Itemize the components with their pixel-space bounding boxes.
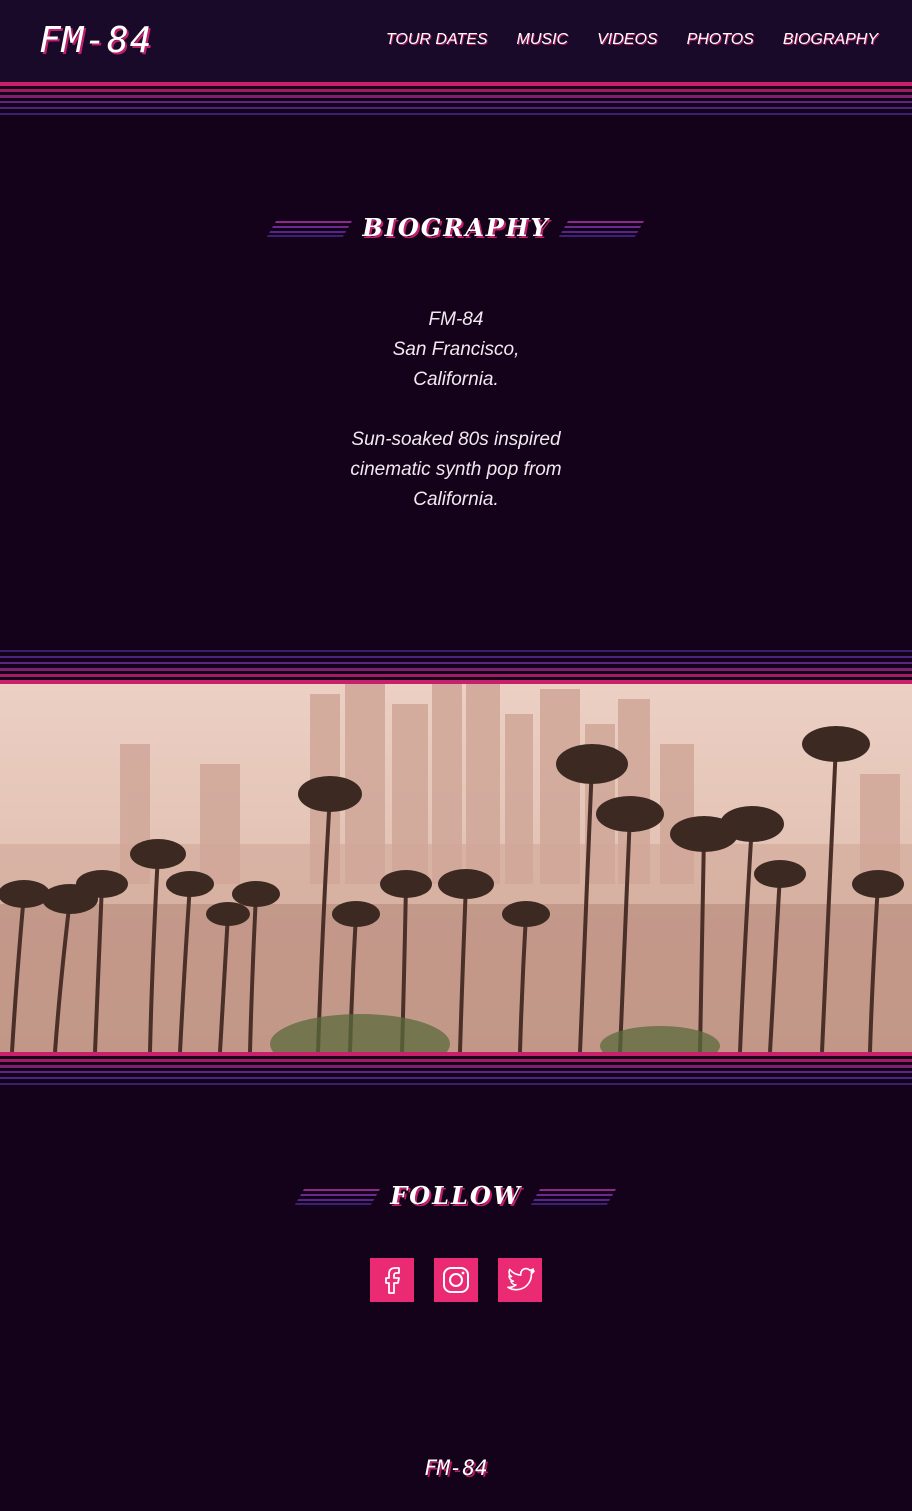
bio-line: California. bbox=[413, 369, 499, 390]
follow-heading: FOLLOW bbox=[0, 1181, 912, 1211]
instagram-icon bbox=[443, 1267, 469, 1293]
bio-tagline: Sun-soaked 80s inspired bbox=[351, 429, 561, 450]
bio-line: FM-84 bbox=[428, 309, 484, 330]
main-nav: TOUR DATES MUSIC VIDEOS PHOTOS BIOGRAPHY bbox=[386, 30, 878, 50]
site-header: FM-84 TOUR DATES MUSIC VIDEOS PHOTOS BIO… bbox=[0, 0, 912, 82]
nav-music[interactable]: MUSIC bbox=[517, 30, 569, 50]
title-decoration-left bbox=[295, 1187, 381, 1205]
skyline-illustration bbox=[0, 684, 912, 1052]
photo-bottom-stripes bbox=[0, 1052, 912, 1088]
title-decoration-left bbox=[267, 219, 353, 237]
bio-tagline: cinematic synth pop from bbox=[350, 459, 562, 480]
biography-heading: BIOGRAPHY bbox=[0, 213, 912, 243]
title-decoration-right bbox=[530, 1187, 617, 1205]
nav-photos[interactable]: PHOTOS bbox=[687, 30, 754, 50]
bio-spacer bbox=[0, 395, 912, 425]
facebook-button[interactable] bbox=[370, 1258, 414, 1302]
social-links bbox=[0, 1258, 912, 1302]
site-logo[interactable]: FM-84 bbox=[39, 18, 152, 64]
header-stripes bbox=[0, 82, 912, 118]
nav-tour-dates[interactable]: TOUR DATES bbox=[386, 30, 488, 50]
bio-tagline: California. bbox=[413, 489, 499, 510]
twitter-icon bbox=[507, 1267, 535, 1291]
biography-title: BIOGRAPHY bbox=[362, 213, 550, 242]
instagram-button[interactable] bbox=[434, 1258, 478, 1302]
twitter-button[interactable] bbox=[498, 1258, 542, 1302]
title-decoration-right bbox=[558, 219, 644, 237]
footer-logo[interactable]: FM-84 bbox=[0, 1454, 912, 1482]
bio-line: San Francisco, bbox=[392, 339, 520, 360]
city-palms-photo bbox=[0, 684, 912, 1052]
follow-title: FOLLOW bbox=[390, 1181, 522, 1210]
biography-text: FM-84 San Francisco, California. Sun-soa… bbox=[0, 305, 912, 515]
nav-videos[interactable]: VIDEOS bbox=[597, 30, 657, 50]
facebook-icon bbox=[385, 1267, 400, 1294]
photo-top-stripes bbox=[0, 648, 912, 684]
nav-biography[interactable]: BIOGRAPHY bbox=[783, 30, 878, 50]
